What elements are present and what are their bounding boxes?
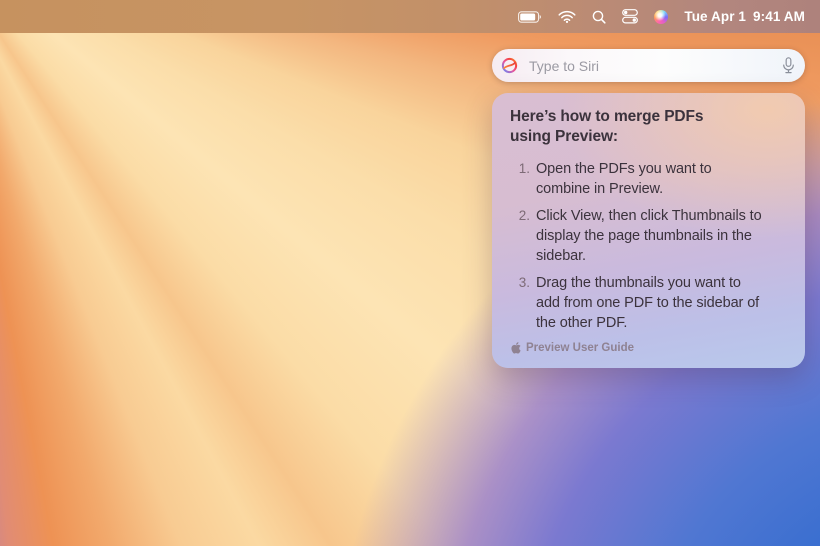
wifi-icon[interactable] — [558, 10, 576, 23]
menu-bar-clock[interactable]: Tue Apr 1 9:41 AM — [684, 9, 805, 24]
source-link[interactable]: Preview User Guide — [511, 342, 793, 354]
step-item-1: 1. Open the PDFs you want to combine in … — [510, 159, 793, 199]
step-number: 3. — [510, 273, 530, 333]
source-label: Preview User Guide — [526, 342, 634, 354]
apple-logo-icon — [511, 342, 521, 354]
siri-menu-icon[interactable] — [654, 10, 668, 24]
step-text: Open the PDFs you want to combine in Pre… — [536, 159, 712, 199]
control-center-icon[interactable] — [622, 9, 638, 24]
siri-input-bar[interactable] — [492, 49, 805, 82]
step-number: 1. — [510, 159, 530, 199]
menu-bar-date: Tue Apr 1 — [684, 9, 746, 24]
spotlight-search-icon[interactable] — [592, 10, 606, 24]
siri-text-input[interactable] — [529, 58, 771, 74]
desktop-wallpaper: Tue Apr 1 9:41 AM — [0, 0, 820, 546]
menu-bar-time: 9:41 AM — [753, 9, 805, 24]
siri-response-card: Here’s how to merge PDFs using Preview: … — [492, 93, 805, 368]
menu-bar: Tue Apr 1 9:41 AM — [0, 0, 820, 33]
step-item-3: 3. Drag the thumbnails you want to add f… — [510, 273, 793, 333]
step-number: 2. — [510, 206, 530, 266]
battery-icon[interactable] — [518, 11, 542, 23]
step-text: Drag the thumbnails you want to add from… — [536, 273, 759, 333]
steps-list: 1. Open the PDFs you want to combine in … — [510, 159, 793, 333]
response-heading: Here’s how to merge PDFs using Preview: — [510, 107, 793, 147]
siri-glyph-icon — [501, 57, 518, 74]
step-text: Click View, then click Thumbnails to dis… — [536, 206, 762, 266]
step-item-2: 2. Click View, then click Thumbnails to … — [510, 206, 793, 266]
dictation-mic-icon[interactable] — [782, 57, 795, 74]
